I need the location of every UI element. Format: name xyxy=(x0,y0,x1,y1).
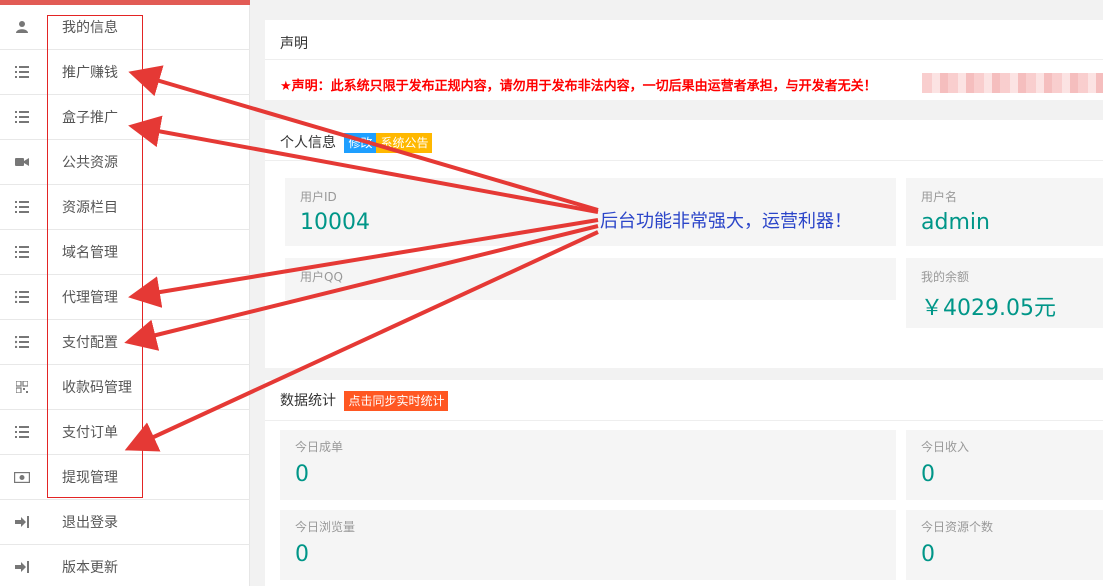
sidebar-item-domain-management[interactable]: 域名管理 xyxy=(0,230,250,275)
today-views-card: 今日浏览量 0 xyxy=(280,510,896,580)
stats-title: 数据统计 xyxy=(280,393,336,409)
username-card: 用户名 admin xyxy=(906,178,1103,246)
user-id-value: 10004 xyxy=(300,210,370,235)
sign-out-icon xyxy=(14,514,30,530)
profile-header: 个人信息 修改 系统公告 xyxy=(280,132,433,153)
list-icon xyxy=(14,289,30,305)
profile-panel: 个人信息 修改 系统公告 用户ID 10004 用户名 admin 用户QQ 我的… xyxy=(265,120,1103,368)
list-icon xyxy=(14,64,30,80)
sidebar-item-version-update[interactable]: 版本更新 xyxy=(0,545,250,586)
sidebar-item-label: 资源栏目 xyxy=(62,200,118,216)
profile-title: 个人信息 xyxy=(280,135,336,151)
user-qq-label: 用户QQ xyxy=(300,270,343,284)
today-views-label: 今日浏览量 xyxy=(295,520,356,534)
today-resources-label: 今日资源个数 xyxy=(921,520,994,534)
today-resources-card: 今日资源个数 0 xyxy=(906,510,1103,580)
today-orders-card: 今日成单 0 xyxy=(280,430,896,500)
balance-value: ￥4029.05元 xyxy=(921,296,1056,321)
sidebar-item-label: 提现管理 xyxy=(62,470,118,486)
sidebar-item-label: 代理管理 xyxy=(62,290,118,306)
sidebar: 我的信息 推广赚钱 盒子推广 公共资源 资源栏目 域名管理 代理管理 支付配置 … xyxy=(0,0,250,586)
blurred-content xyxy=(922,73,1103,93)
sidebar-item-box-promote[interactable]: 盒子推广 xyxy=(0,95,250,140)
stats-header: 数据统计 点击同步实时统计 xyxy=(280,390,449,411)
balance-label: 我的余额 xyxy=(921,270,970,284)
qrcode-icon xyxy=(14,379,30,395)
user-icon xyxy=(14,19,30,35)
announcement-tag[interactable]: 系统公告 xyxy=(376,133,433,153)
sign-out-icon xyxy=(14,559,30,575)
sidebar-item-agent-management[interactable]: 代理管理 xyxy=(0,275,250,320)
today-orders-value: 0 xyxy=(295,462,309,487)
sync-stats-button[interactable]: 点击同步实时统计 xyxy=(344,391,449,411)
sidebar-item-withdraw-management[interactable]: 提现管理 xyxy=(0,455,250,500)
sidebar-item-label: 支付订单 xyxy=(62,425,118,441)
video-camera-icon xyxy=(14,154,30,170)
balance-card: 我的余额 ￥4029.05元 xyxy=(906,258,1103,328)
list-icon xyxy=(14,244,30,260)
sidebar-item-resource-columns[interactable]: 资源栏目 xyxy=(0,185,250,230)
notice-text: ★声明：此系统只限于发布正规内容，请勿用于发布非法内容，一切后果由运营者承担，与… xyxy=(280,79,877,94)
today-resources-value: 0 xyxy=(921,542,935,567)
sidebar-item-label: 公共资源 xyxy=(62,155,118,171)
list-icon xyxy=(14,424,30,440)
sidebar-item-payment-orders[interactable]: 支付订单 xyxy=(0,410,250,455)
sidebar-item-my-info[interactable]: 我的信息 xyxy=(0,5,250,50)
sidebar-item-label: 退出登录 xyxy=(62,515,118,531)
sidebar-item-label: 支付配置 xyxy=(62,335,118,351)
stats-panel: 数据统计 点击同步实时统计 今日成单 0 今日收入 0 今日浏览量 0 今日资源… xyxy=(265,380,1103,586)
sidebar-item-label: 盒子推广 xyxy=(62,110,118,126)
list-icon xyxy=(14,199,30,215)
sidebar-item-payment-config[interactable]: 支付配置 xyxy=(0,320,250,365)
user-id-label: 用户ID xyxy=(300,190,337,204)
today-income-label: 今日收入 xyxy=(921,440,970,454)
username-value: admin xyxy=(921,210,990,235)
today-income-value: 0 xyxy=(921,462,935,487)
sidebar-item-qrcode-management[interactable]: 收款码管理 xyxy=(0,365,250,410)
divider xyxy=(265,59,1103,60)
edit-tag[interactable]: 修改 xyxy=(344,133,377,153)
sidebar-item-label: 版本更新 xyxy=(62,560,118,576)
annotation-text: 后台功能非常强大，运营利器！ xyxy=(600,211,852,232)
sidebar-item-label: 推广赚钱 xyxy=(62,65,118,81)
today-income-card: 今日收入 0 xyxy=(906,430,1103,500)
divider xyxy=(265,420,1103,421)
today-views-value: 0 xyxy=(295,542,309,567)
list-icon xyxy=(14,109,30,125)
user-qq-card: 用户QQ xyxy=(285,258,896,300)
list-icon xyxy=(14,334,30,350)
money-icon xyxy=(14,469,30,485)
sidebar-item-label: 收款码管理 xyxy=(62,380,132,396)
username-label: 用户名 xyxy=(921,190,958,204)
today-orders-label: 今日成单 xyxy=(295,440,344,454)
sidebar-item-public-resources[interactable]: 公共资源 xyxy=(0,140,250,185)
divider xyxy=(265,160,1103,161)
sidebar-item-logout[interactable]: 退出登录 xyxy=(0,500,250,545)
sidebar-item-promote-earn[interactable]: 推广赚钱 xyxy=(0,50,250,95)
sidebar-item-label: 我的信息 xyxy=(62,20,118,36)
notice-title: 声明 xyxy=(280,36,308,52)
sidebar-item-label: 域名管理 xyxy=(62,245,118,261)
